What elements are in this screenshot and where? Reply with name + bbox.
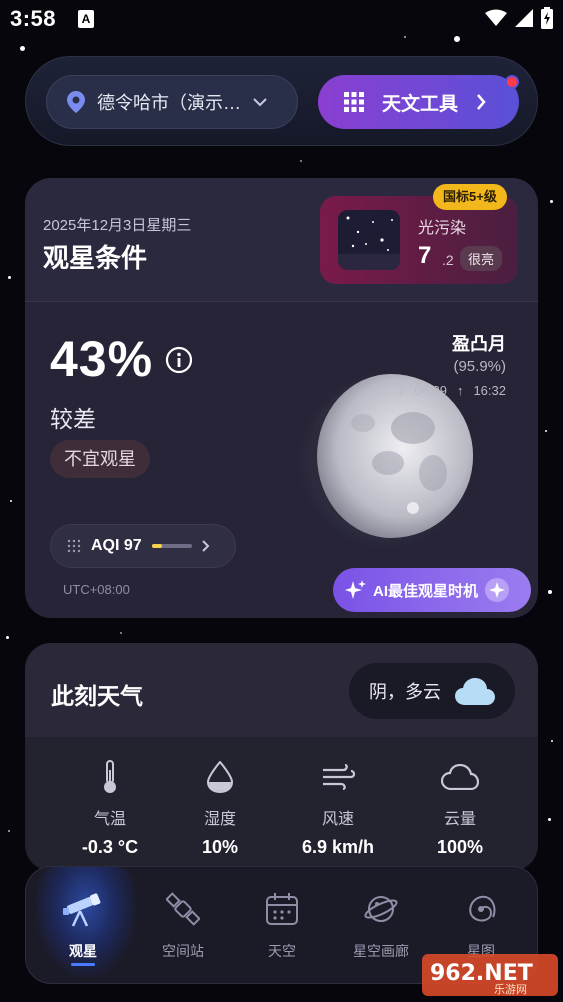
moonset-time: 06:29 [414, 383, 447, 398]
notification-icon: A [78, 10, 94, 28]
weather-title: 此刻天气 [51, 683, 143, 709]
site-watermark-logo: 962.NET 乐游网 [422, 954, 558, 996]
nav-item-sky[interactable]: 天空 [237, 889, 327, 961]
observation-date: 2025年12月3日星期三 [43, 217, 192, 234]
weather-condition: 阴，多云 [369, 682, 441, 702]
observation-card: 2025年12月3日星期三 观星条件 光污染 7 .2 很亮 43% 较差 不宜… [25, 178, 538, 618]
ai-best-time-label: AI最佳观星时机 [373, 582, 479, 600]
nav-label: 空间站 [162, 943, 204, 959]
nav-item-stargazing[interactable]: 观星 [38, 889, 128, 961]
metric-humidity: 湿度 10% [165, 759, 275, 858]
nav-label: 星空画廊 [353, 943, 409, 959]
moonrise-time: 16:32 [473, 383, 506, 398]
chevron-right-icon [477, 94, 486, 110]
thermometer-icon [104, 760, 116, 793]
metric-value: 100% [436, 837, 484, 857]
metric-value: -0.3 °C [81, 837, 139, 857]
metric-cloud: 云量 100% [405, 759, 515, 858]
signal-icon [515, 9, 533, 27]
metric-label: 风速 [321, 811, 354, 828]
planet-icon [364, 896, 398, 922]
calendar-icon [266, 893, 298, 925]
light-pollution-standard-badge: 国标5+级 [433, 184, 507, 210]
location-selector[interactable]: 德令哈市（演示… [46, 75, 298, 129]
galaxy-icon [469, 895, 496, 922]
humidity-icon [207, 761, 233, 793]
star-badge-icon [485, 578, 510, 602]
battery-icon [541, 7, 553, 29]
light-pollution-label: 光污染 [418, 220, 467, 237]
location-pin-icon [67, 91, 85, 113]
sparkle-icon [345, 580, 366, 599]
aqi-pill[interactable]: AQI 97 [50, 524, 236, 568]
astronomy-tools-label: 天文工具 [382, 93, 459, 115]
moon-phase: 盈凸月 [452, 334, 506, 354]
status-icons [485, 7, 553, 29]
metric-temperature: 气温 -0.3 °C [55, 759, 165, 858]
light-pollution-value: 7 [418, 242, 432, 269]
dots-grid-icon [67, 539, 81, 553]
aqi-bar [151, 544, 192, 548]
cloudy-icon [455, 678, 495, 705]
moonset-arrow-icon: ↓ [397, 383, 405, 398]
metric-label: 云量 [443, 811, 476, 828]
metric-wind: 风速 6.9 km/h [283, 759, 393, 858]
nav-item-gallery[interactable]: 星空画廊 [336, 889, 426, 961]
nav-label: 天空 [268, 943, 296, 959]
satellite-icon [166, 892, 200, 926]
night-sky-thumbnail [338, 210, 400, 270]
observation-advice-badge: 不宜观星 [50, 440, 150, 478]
info-icon[interactable] [165, 346, 193, 374]
telescope-icon [63, 893, 101, 927]
cloud-icon [441, 764, 479, 790]
grid-icon [344, 92, 364, 112]
ai-best-time-button[interactable]: AI最佳观星时机 [333, 568, 531, 612]
moon-times: ↓ 06:29 ↑ 16:32 [398, 383, 506, 398]
light-pollution-badge: 很亮 [460, 246, 503, 271]
wifi-icon [485, 9, 507, 26]
metric-label: 湿度 [203, 811, 236, 828]
nav-item-space-station[interactable]: 空间站 [138, 889, 228, 961]
active-tab-indicator [71, 963, 95, 966]
metric-value: 6.9 km/h [301, 837, 375, 857]
chevron-right-icon [201, 540, 210, 552]
metric-label: 气温 [93, 811, 126, 828]
observation-condition: 较差 [50, 406, 96, 432]
notification-dot [505, 75, 519, 89]
astronomy-tools-button[interactable]: 天文工具 [318, 75, 519, 129]
wind-icon [323, 764, 355, 790]
top-bar: 德令哈市（演示… 天文工具 [25, 56, 538, 146]
weather-condition-pill: 阴，多云 [349, 663, 515, 719]
status-bar: 3:58 A [0, 0, 563, 40]
observation-score: 43% [50, 331, 154, 387]
chevron-down-icon [253, 98, 267, 107]
svg-text:乐游网: 乐游网 [494, 983, 527, 996]
status-time: 3:58 [10, 6, 57, 31]
location-name: 德令哈市（演示… [97, 93, 241, 113]
timezone-label: UTC+08:00 [63, 582, 130, 597]
weather-card: 此刻天气 阴，多云 气温 -0.3 °C 湿度 10% 风速 6.9 km/h … [25, 643, 538, 871]
aqi-value: AQI 97 [91, 537, 142, 554]
moon-illumination: (95.9%) [453, 358, 506, 375]
weather-header: 此刻天气 阴，多云 [25, 643, 538, 737]
moonrise-arrow-icon: ↑ [456, 383, 464, 398]
metric-value: 10% [201, 837, 239, 857]
aqi-bar-fill [151, 544, 162, 548]
light-pollution-decimal: .2 [442, 252, 454, 268]
observation-title: 观星条件 [43, 243, 148, 273]
nav-label: 观星 [69, 943, 97, 959]
